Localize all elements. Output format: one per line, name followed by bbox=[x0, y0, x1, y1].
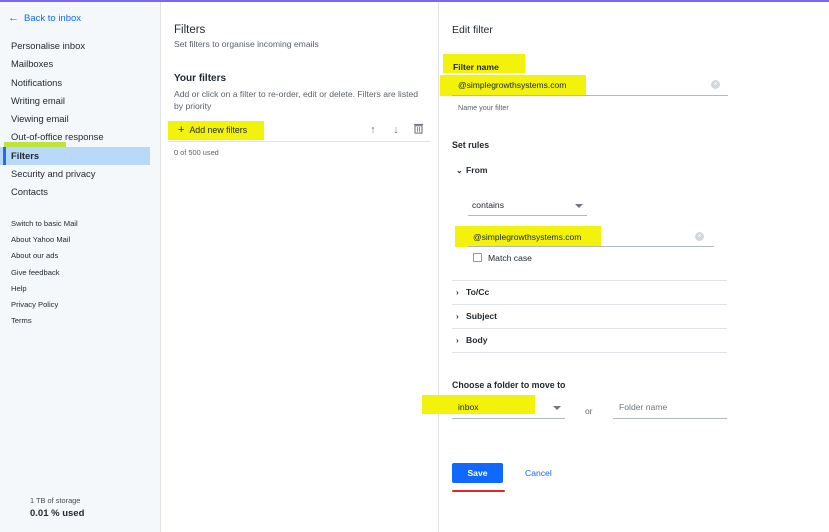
add-new-filter-label: Add new filters bbox=[189, 125, 248, 135]
storage-label: 1 TB of storage bbox=[30, 496, 81, 505]
sidebar-item-viewing-email[interactable]: Viewing email bbox=[0, 110, 161, 128]
rule-body-label: Body bbox=[466, 335, 488, 345]
link-help[interactable]: Help bbox=[0, 281, 161, 297]
settings-sidebar: ← Back to inbox Personalise inbox Mailbo… bbox=[0, 2, 161, 532]
rule-to-cc-label: To/Cc bbox=[466, 287, 490, 297]
sidebar-links: Switch to basic Mail About Yahoo Mail Ab… bbox=[0, 216, 161, 329]
from-condition-dropdown[interactable]: contains bbox=[468, 198, 587, 216]
from-value: @simplegrowthsystems.com bbox=[473, 232, 582, 242]
page-subtitle: Set filters to organise incoming emails bbox=[174, 39, 319, 49]
caret-down-icon bbox=[553, 406, 561, 410]
add-new-filter-button[interactable]: + Add new filters bbox=[178, 124, 248, 136]
folder-value: inbox bbox=[458, 402, 479, 412]
cancel-button[interactable]: Cancel bbox=[525, 468, 552, 478]
sidebar-item-security-privacy[interactable]: Security and privacy bbox=[0, 165, 161, 183]
choose-folder-heading: Choose a folder to move to bbox=[452, 380, 566, 390]
from-condition-value: contains bbox=[472, 200, 505, 210]
filter-name-label: Filter name bbox=[453, 62, 499, 72]
chevron-right-icon: › bbox=[456, 288, 459, 297]
clear-from-value-icon[interactable]: × bbox=[695, 232, 704, 241]
filters-toolbar: + Add new filters ↑ ↓ bbox=[168, 120, 430, 142]
trash-icon bbox=[413, 123, 423, 134]
rule-body-header[interactable]: › Body bbox=[456, 335, 487, 345]
sidebar-item-label: Writing email bbox=[11, 94, 66, 106]
match-case-label: Match case bbox=[488, 253, 532, 263]
delete-icon[interactable] bbox=[411, 123, 425, 137]
set-rules-heading: Set rules bbox=[452, 140, 490, 150]
rule-to-cc-header[interactable]: › To/Cc bbox=[456, 287, 489, 297]
sidebar-item-personalise-inbox[interactable]: Personalise inbox bbox=[0, 37, 161, 55]
page-title: Filters bbox=[174, 24, 206, 36]
chevron-down-icon: ⌄ bbox=[456, 166, 463, 175]
chevron-right-icon: › bbox=[456, 312, 459, 321]
rule-from-label: From bbox=[466, 165, 488, 175]
filters-used-count: 0 of 500 used bbox=[174, 148, 219, 157]
link-about-ads[interactable]: About our ads bbox=[0, 248, 161, 264]
rule-subject-header[interactable]: › Subject bbox=[456, 311, 497, 321]
move-down-icon[interactable]: ↓ bbox=[389, 123, 403, 137]
match-case-checkbox[interactable] bbox=[473, 253, 482, 262]
sidebar-item-label: Security and privacy bbox=[11, 168, 96, 180]
settings-nav: Personalise inbox Mailboxes Notification… bbox=[0, 37, 161, 202]
divider bbox=[452, 304, 727, 305]
sidebar-item-mailboxes[interactable]: Mailboxes bbox=[0, 55, 161, 73]
folder-name-placeholder: Folder name bbox=[619, 402, 668, 412]
link-terms[interactable]: Terms bbox=[0, 313, 161, 329]
sidebar-item-contacts[interactable]: Contacts bbox=[0, 183, 161, 201]
divider bbox=[452, 280, 727, 281]
storage-used: 0.01 % used bbox=[30, 508, 85, 519]
sidebar-item-label: Mailboxes bbox=[11, 58, 54, 70]
clear-filter-name-icon[interactable]: × bbox=[711, 80, 720, 89]
back-to-inbox-label: Back to inbox bbox=[24, 13, 82, 24]
plus-icon: + bbox=[178, 124, 185, 136]
back-to-inbox-link[interactable]: ← Back to inbox bbox=[8, 12, 82, 25]
chevron-right-icon: › bbox=[456, 336, 459, 345]
sidebar-item-label: Personalise inbox bbox=[11, 40, 86, 51]
link-give-feedback[interactable]: Give feedback bbox=[0, 265, 161, 281]
folder-name-input[interactable]: Folder name bbox=[613, 397, 727, 419]
sidebar-item-writing-email[interactable]: Writing email bbox=[0, 92, 161, 110]
folder-dropdown[interactable]: inbox bbox=[452, 398, 565, 419]
your-filters-heading: Your filters bbox=[174, 73, 227, 84]
filters-description: Add or click on a filter to re-order, ed… bbox=[174, 89, 419, 111]
caret-down-icon bbox=[575, 204, 583, 208]
divider bbox=[452, 352, 727, 353]
sidebar-item-label: Out-of-office response bbox=[11, 131, 104, 143]
sidebar-item-label: Filters bbox=[11, 149, 40, 161]
sidebar-item-label: Contacts bbox=[11, 186, 48, 198]
link-about-yahoo-mail[interactable]: About Yahoo Mail bbox=[0, 232, 161, 248]
divider bbox=[452, 328, 727, 329]
sidebar-item-out-of-office[interactable]: Out-of-office response bbox=[0, 128, 161, 146]
save-button[interactable]: Save bbox=[452, 463, 503, 483]
sidebar-item-filters[interactable]: Filters bbox=[0, 146, 150, 166]
move-up-icon[interactable]: ↑ bbox=[366, 123, 380, 137]
edit-filter-title: Edit filter bbox=[452, 24, 493, 36]
filter-name-value: @simplegrowthsystems.com bbox=[458, 80, 567, 90]
filters-panel: Filters Set filters to organise incoming… bbox=[162, 2, 439, 532]
or-label: or bbox=[585, 406, 593, 416]
edit-filter-panel: Edit filter Filter name @simplegrowthsys… bbox=[422, 2, 829, 532]
save-underline-annotation bbox=[452, 490, 505, 492]
link-switch-basic-mail[interactable]: Switch to basic Mail bbox=[0, 216, 161, 232]
filter-name-helper: Name your filter bbox=[458, 103, 509, 112]
rule-from-header[interactable]: ⌄ From bbox=[456, 165, 487, 175]
sidebar-item-label: Notifications bbox=[11, 76, 63, 88]
sidebar-item-label: Viewing email bbox=[11, 113, 69, 125]
link-privacy-policy[interactable]: Privacy Policy bbox=[0, 297, 161, 313]
arrow-left-icon: ← bbox=[8, 12, 19, 24]
rule-subject-label: Subject bbox=[466, 311, 498, 321]
sidebar-item-notifications[interactable]: Notifications bbox=[0, 74, 161, 92]
